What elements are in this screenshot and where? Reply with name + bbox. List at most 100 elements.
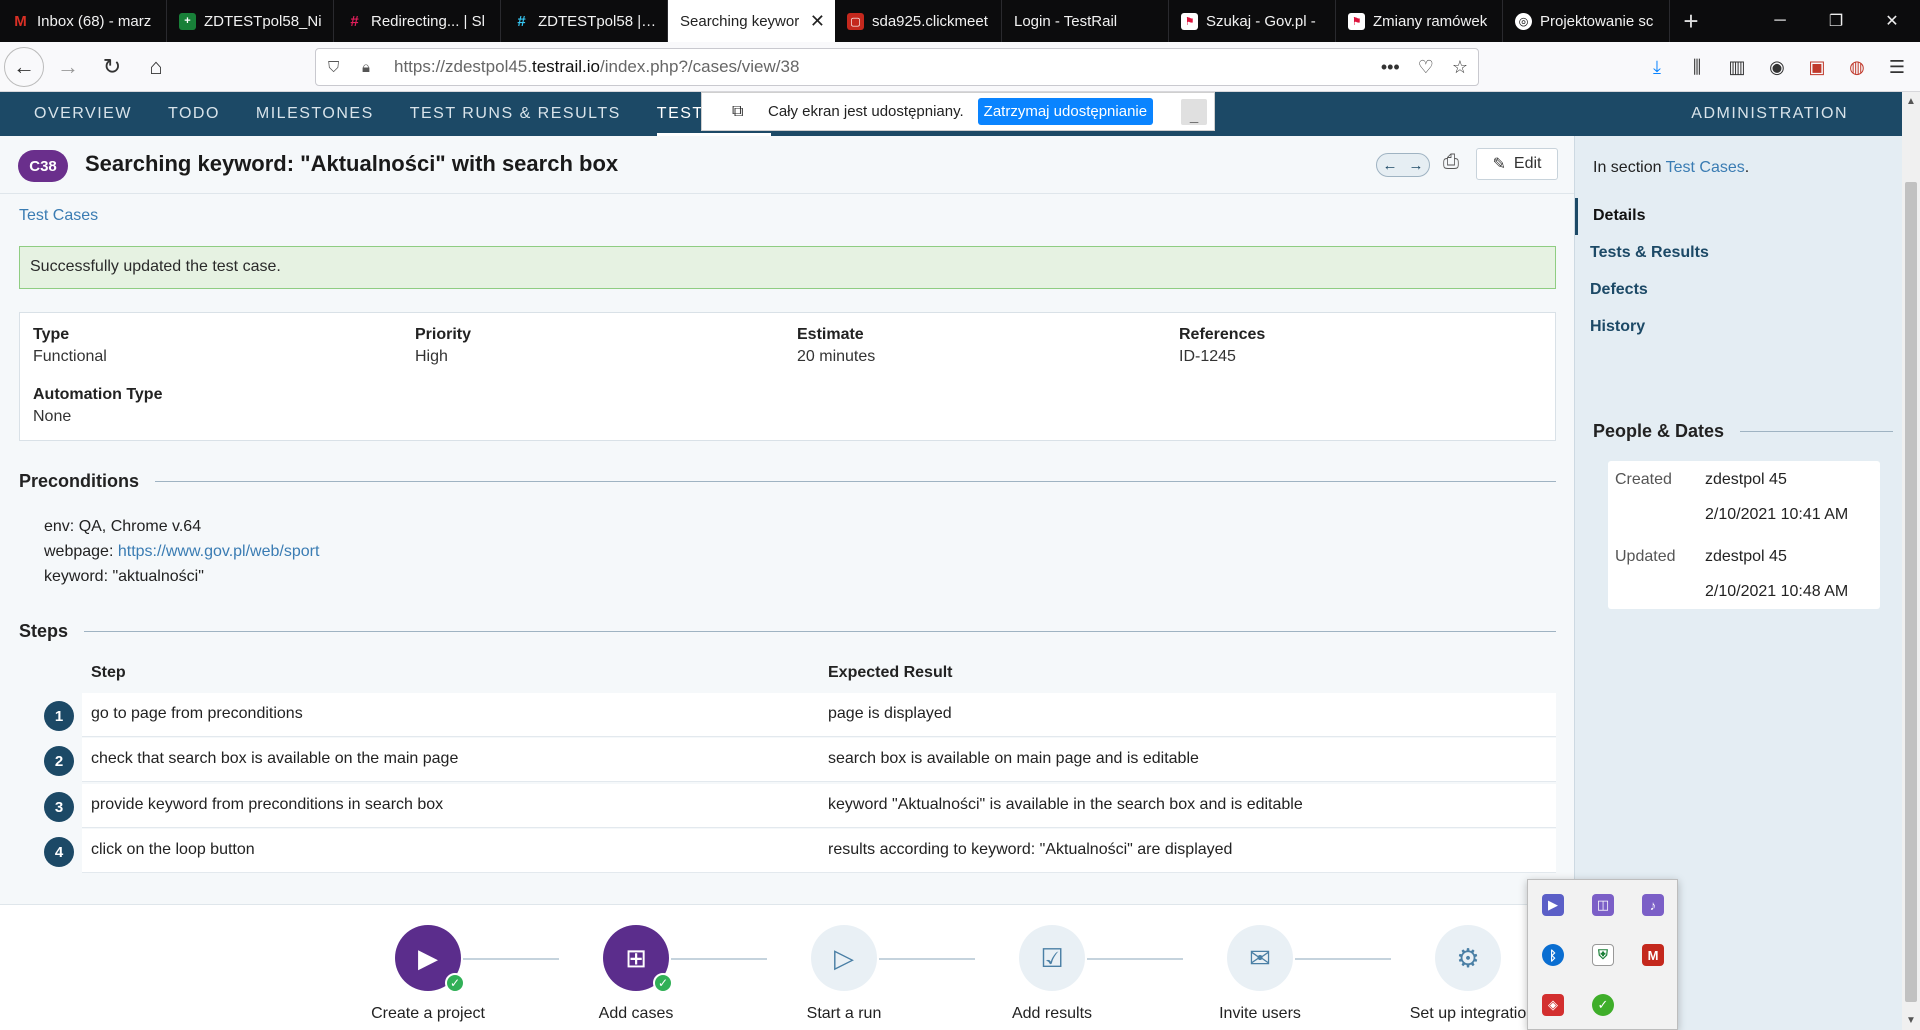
onboarding-add-results[interactable]: ☑ Add results (967, 925, 1137, 1023)
stop-sharing-button[interactable]: Zatrzymaj udostępnianie (977, 98, 1154, 125)
nav-test-runs[interactable]: TEST RUNS & RESULTS (410, 92, 621, 136)
case-title-bar: C38 Searching keyword: "Aktualności" wit… (0, 136, 1574, 194)
checklist-icon: ☑ (1019, 925, 1085, 991)
browser-tab-gov-search[interactable]: ⚑ Szukaj - Gov.pl - (1169, 0, 1336, 42)
new-tab-button[interactable]: + (1670, 0, 1712, 42)
green-check-icon[interactable]: ✓ (1592, 994, 1614, 1016)
step-text: check that search box is available on th… (91, 750, 459, 767)
page-actions-icon[interactable]: ••• (1381, 57, 1400, 78)
step-row: click on the loop button results accordi… (82, 829, 1556, 873)
people-dates-heading: People & Dates (1593, 421, 1893, 442)
browser-tab-sheets[interactable]: + ZDTESTpol58_Ni (167, 0, 334, 42)
steps-column-step: Step (91, 664, 126, 681)
edit-button[interactable]: ✎ Edit (1476, 148, 1558, 180)
download-icon[interactable]: ⤓ (1644, 57, 1670, 78)
page-scrollbar[interactable]: ▲ ▼ (1902, 92, 1920, 1030)
nav-administration[interactable]: ADMINISTRATION (1691, 105, 1848, 123)
defender-shield-icon[interactable]: ⛨ (1592, 944, 1614, 966)
extension-icon[interactable]: ▣ (1804, 57, 1830, 78)
sidebar-item-details[interactable]: Details (1575, 198, 1903, 235)
mcafee-icon[interactable]: M (1642, 944, 1664, 966)
people-dates-card: Created zdestpol 45 2/10/2021 10:41 AM U… (1608, 461, 1880, 609)
browser-tab-clickmeeting[interactable]: ▢ sda925.clickmeet (835, 0, 1002, 42)
minimize-icon[interactable]: ─ (1752, 0, 1808, 42)
steps-column-expected: Expected Result (828, 664, 953, 681)
gov-emblem-icon: ⚑ (1181, 12, 1198, 30)
minimize-banner-button[interactable]: _ (1181, 98, 1208, 125)
onboarding-add-cases[interactable]: ⊞ ✓ Add cases (551, 925, 721, 1023)
scrollbar-thumb[interactable] (1905, 182, 1917, 1002)
onboarding-start-run[interactable]: ▷ Start a run (759, 925, 929, 1023)
gmail-icon: M (14, 12, 27, 30)
breadcrumb[interactable]: Test Cases (19, 207, 98, 225)
browser-tab-slack-1[interactable]: # Redirecting... | Sl (334, 0, 501, 42)
gov-emblem-icon: ⚑ (1348, 12, 1365, 30)
step-number: 2 (44, 746, 74, 776)
check-icon: ✓ (445, 973, 465, 993)
next-arrow-icon[interactable]: → (1409, 157, 1424, 174)
nav-todo[interactable]: TODO (168, 92, 220, 136)
menu-icon[interactable]: ☰ (1884, 57, 1910, 78)
section-link[interactable]: Test Cases (1666, 159, 1745, 176)
onboarding-bar: ▶ ✓ Create a project ⊞ ✓ Add cases ▷ Start… (0, 904, 1574, 1030)
updated-at: 2/10/2021 10:48 AM (1705, 583, 1849, 600)
account-icon[interactable]: ◉ (1764, 57, 1790, 78)
steps-heading: Steps (19, 621, 1556, 642)
browser-tab-gov-changes[interactable]: ⚑ Zmiany ramówek (1336, 0, 1503, 42)
step-text: provide keyword from preconditions in se… (91, 796, 444, 813)
close-tab-icon[interactable]: ✕ (810, 11, 825, 32)
print-icon[interactable]: ⎙ (1443, 151, 1459, 174)
step-number: 4 (44, 837, 74, 867)
browser-tab-slack-2[interactable]: # ZDTESTpol58 | Sl (501, 0, 668, 42)
clipboard-play-icon: ▷ (811, 925, 877, 991)
previous-arrow-icon[interactable]: ← (1383, 157, 1398, 174)
url-bar[interactable]: ⛉ 🔒︎ https://zdestpol45.testrail.io/inde… (315, 48, 1479, 86)
forward-icon[interactable]: → (48, 47, 88, 87)
extension-2-icon[interactable]: ◍ (1844, 57, 1870, 78)
bluetooth-icon[interactable]: ᛒ (1542, 944, 1564, 966)
scroll-up-icon[interactable]: ▲ (1906, 96, 1916, 107)
video-icon[interactable]: ▶ (1542, 894, 1564, 916)
url-text: https://zdestpol45.testrail.io/index.php… (394, 57, 800, 76)
shield-icon: ⛉ (328, 58, 340, 76)
sidebar-icon[interactable]: ▥ (1724, 57, 1750, 78)
updated-by: zdestpol 45 (1705, 548, 1787, 565)
reload-icon[interactable]: ↻ (92, 47, 132, 87)
nav-milestones[interactable]: MILESTONES (256, 92, 374, 136)
close-window-icon[interactable]: ✕ (1864, 0, 1920, 42)
screen-share-icon: ⧉ (732, 102, 744, 120)
sidebar-item-tests-results[interactable]: Tests & Results (1575, 235, 1903, 272)
pocket-icon[interactable]: ♡ (1418, 57, 1434, 78)
prop-estimate: Estimate 20 minutes (797, 326, 876, 365)
screen-share-text: Cały ekran jest udostępniany. (768, 103, 964, 120)
onboarding-invite-users[interactable]: ✉ Invite users (1175, 925, 1345, 1023)
microphone-icon[interactable]: ♪ (1642, 894, 1664, 916)
back-icon[interactable]: ← (4, 46, 44, 87)
scroll-down-icon[interactable]: ▼ (1906, 1015, 1916, 1026)
case-properties: Type Functional Priority High Estimate 2… (19, 312, 1556, 441)
webpage-link[interactable]: https://www.gov.pl/web/sport (118, 543, 320, 560)
success-message: Successfully updated the test case. (19, 246, 1556, 289)
restore-icon[interactable]: ❐ (1808, 0, 1864, 42)
step-text: click on the loop button (91, 841, 255, 858)
bookmark-star-icon[interactable]: ☆ (1452, 57, 1468, 78)
nav-overview[interactable]: OVERVIEW (34, 92, 132, 136)
onboarding-create-project[interactable]: ▶ ✓ Create a project (343, 925, 513, 1023)
browser-tab-testrail-login[interactable]: Login - TestRail (1002, 0, 1169, 42)
sidebar-item-history[interactable]: History (1575, 309, 1903, 346)
preconditions-text: env: QA, Chrome v.64 webpage: https://ww… (44, 518, 320, 585)
prop-references: References ID-1245 (1179, 326, 1266, 365)
red-app-icon[interactable]: ◈ (1542, 994, 1564, 1016)
sidebar-item-defects[interactable]: Defects (1575, 272, 1903, 309)
browser-tab-design[interactable]: ◎ Projektowanie sc (1503, 0, 1670, 42)
home-icon[interactable]: ⌂ (136, 47, 176, 87)
teams-icon[interactable]: ◫ (1592, 894, 1614, 916)
slack-icon: # (517, 12, 526, 30)
case-id-badge: C38 (18, 150, 68, 182)
expected-text: results according to keyword: "Aktualnoś… (828, 841, 1233, 858)
step-row: go to page from preconditions page is di… (82, 693, 1556, 737)
browser-tab-active[interactable]: Searching keywor ✕ (668, 0, 835, 42)
user-mail-icon: ✉ (1227, 925, 1293, 991)
library-icon[interactable]: ⫼ (1684, 57, 1710, 78)
browser-tab-gmail[interactable]: M Inbox (68) - marz (0, 0, 167, 42)
